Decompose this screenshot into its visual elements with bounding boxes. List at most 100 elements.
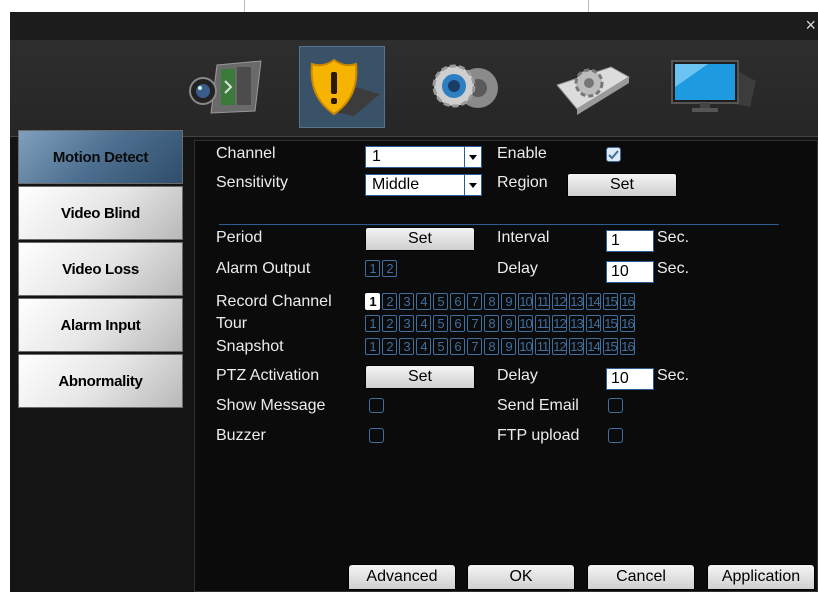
snapshot-channel-2[interactable]: 2 (382, 338, 397, 355)
tour-channel-6[interactable]: 6 (450, 315, 465, 332)
snapshot-channel-12[interactable]: 12 (552, 338, 567, 355)
snapshot-channel-group: 1 2 3 4 5 6 7 8 9 10 11 12 13 14 15 16 (365, 338, 635, 355)
tour-channel-13[interactable]: 13 (569, 315, 584, 332)
alarm-settings-window: × Motion Detect Video Blind Video Loss A… (10, 12, 818, 592)
snapshot-channel-3[interactable]: 3 (399, 338, 414, 355)
sensitivity-value: Middle (372, 176, 420, 193)
period-set-button[interactable]: Set (365, 227, 475, 251)
show-message-label: Show Message (216, 397, 326, 414)
sidebar-item-abnormality[interactable]: Abnormality (18, 354, 183, 408)
tour-channel-2[interactable]: 2 (382, 315, 397, 332)
tour-channel-16[interactable]: 16 (620, 315, 635, 332)
tour-channel-4[interactable]: 4 (416, 315, 431, 332)
alarm-output-2[interactable]: 2 (382, 260, 397, 277)
record-channel-7[interactable]: 7 (467, 293, 482, 310)
alarm-output-1[interactable]: 1 (365, 260, 380, 277)
snapshot-label: Snapshot (216, 338, 284, 355)
record-channel-14[interactable]: 14 (586, 293, 601, 310)
snapshot-channel-9[interactable]: 9 (501, 338, 516, 355)
region-label: Region (497, 174, 548, 191)
channel-value: 1 (372, 148, 381, 165)
buzzer-label: Buzzer (216, 427, 266, 444)
tour-channel-11[interactable]: 11 (535, 315, 550, 332)
tour-channel-12[interactable]: 12 (552, 315, 567, 332)
snapshot-channel-8[interactable]: 8 (484, 338, 499, 355)
tour-channel-14[interactable]: 14 (586, 315, 601, 332)
advanced-settings-icon[interactable] (548, 46, 634, 128)
sensitivity-label: Sensitivity (216, 174, 289, 191)
tour-channel-5[interactable]: 5 (433, 315, 448, 332)
snapshot-channel-10[interactable]: 10 (518, 338, 533, 355)
record-channel-15[interactable]: 15 (603, 293, 618, 310)
snapshot-channel-15[interactable]: 15 (603, 338, 618, 355)
alarm-shield-icon[interactable] (299, 46, 385, 128)
alarm-output-label: Alarm Output (216, 260, 311, 277)
record-channel-label: Record Channel (216, 293, 332, 310)
sidebar-item-video-loss[interactable]: Video Loss (18, 242, 183, 296)
close-icon[interactable]: × (805, 16, 816, 34)
sidebar-item-alarm-input[interactable]: Alarm Input (18, 298, 183, 352)
snapshot-channel-4[interactable]: 4 (416, 338, 431, 355)
snapshot-channel-1[interactable]: 1 (365, 338, 380, 355)
tour-channel-8[interactable]: 8 (484, 315, 499, 332)
monitor-info-icon[interactable] (670, 46, 756, 128)
send-email-label: Send Email (497, 397, 579, 414)
record-channel-10[interactable]: 10 (518, 293, 533, 310)
send-email-checkbox[interactable] (608, 398, 623, 413)
channel-select[interactable]: 1 (365, 146, 482, 168)
record-channel-group: 1 2 3 4 5 6 7 8 9 10 11 12 13 14 15 16 (365, 293, 635, 310)
ok-button[interactable]: OK (467, 564, 575, 590)
show-message-checkbox[interactable] (369, 398, 384, 413)
tour-channel-group: 1 2 3 4 5 6 7 8 9 10 11 12 13 14 15 16 (365, 315, 635, 332)
enable-checkbox[interactable] (606, 147, 621, 162)
record-channel-3[interactable]: 3 (399, 293, 414, 310)
snapshot-channel-11[interactable]: 11 (535, 338, 550, 355)
ftp-upload-checkbox[interactable] (608, 428, 623, 443)
tour-channel-15[interactable]: 15 (603, 315, 618, 332)
cancel-button[interactable]: Cancel (587, 564, 695, 590)
snapshot-channel-13[interactable]: 13 (569, 338, 584, 355)
tour-channel-1[interactable]: 1 (365, 315, 380, 332)
record-channel-13[interactable]: 13 (569, 293, 584, 310)
snapshot-channel-14[interactable]: 14 (586, 338, 601, 355)
record-channel-12[interactable]: 12 (552, 293, 567, 310)
interval-unit: Sec. (657, 229, 690, 246)
tour-channel-7[interactable]: 7 (467, 315, 482, 332)
tour-channel-3[interactable]: 3 (399, 315, 414, 332)
ptz-set-button[interactable]: Set (365, 365, 475, 389)
title-bar: × (10, 12, 818, 40)
record-channel-11[interactable]: 11 (535, 293, 550, 310)
sidebar-item-motion-detect[interactable]: Motion Detect (18, 130, 183, 184)
delay-input[interactable]: 10 (606, 261, 654, 283)
top-strip (0, 0, 818, 12)
record-channel-16[interactable]: 16 (620, 293, 635, 310)
record-channel-8[interactable]: 8 (484, 293, 499, 310)
record-camera-icon[interactable] (184, 46, 270, 128)
main-icon-toolbar (10, 40, 818, 137)
record-channel-4[interactable]: 4 (416, 293, 431, 310)
snapshot-channel-6[interactable]: 6 (450, 338, 465, 355)
sidebar-item-video-blind[interactable]: Video Blind (18, 186, 183, 240)
system-gear-icon[interactable] (422, 46, 508, 128)
sensitivity-select[interactable]: Middle (365, 174, 482, 196)
snapshot-channel-5[interactable]: 5 (433, 338, 448, 355)
delay-label: Delay (497, 260, 538, 277)
region-set-button[interactable]: Set (567, 173, 677, 197)
interval-input[interactable]: 1 (606, 230, 654, 252)
record-channel-5[interactable]: 5 (433, 293, 448, 310)
tour-channel-9[interactable]: 9 (501, 315, 516, 332)
record-channel-2[interactable]: 2 (382, 293, 397, 310)
ptz-delay-input[interactable]: 10 (606, 368, 654, 390)
advanced-button[interactable]: Advanced (348, 564, 456, 590)
record-channel-6[interactable]: 6 (450, 293, 465, 310)
record-channel-1[interactable]: 1 (365, 293, 380, 310)
snapshot-channel-7[interactable]: 7 (467, 338, 482, 355)
application-button[interactable]: Application (707, 564, 815, 590)
enable-label: Enable (497, 145, 547, 162)
period-label: Period (216, 229, 263, 246)
buzzer-checkbox[interactable] (369, 428, 384, 443)
snapshot-channel-16[interactable]: 16 (620, 338, 635, 355)
tour-channel-10[interactable]: 10 (518, 315, 533, 332)
delay-unit: Sec. (657, 260, 690, 277)
record-channel-9[interactable]: 9 (501, 293, 516, 310)
